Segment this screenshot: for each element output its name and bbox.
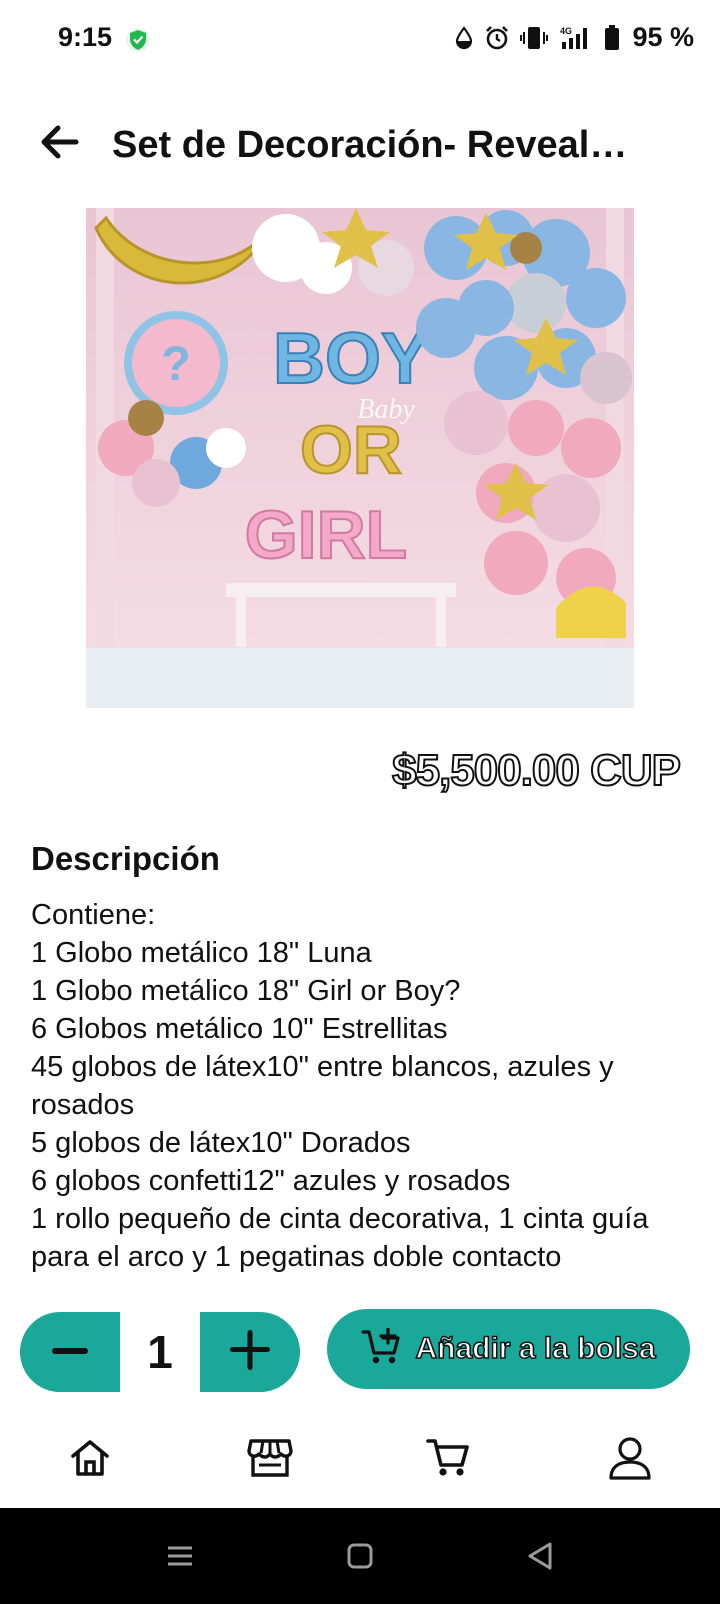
add-to-bag-label: Añadir a la bolsa	[415, 1331, 657, 1366]
decrease-quantity-button[interactable]	[20, 1312, 120, 1392]
description-line: 6 globos confetti12" azules y rosados	[31, 1165, 511, 1197]
triangle-back-icon	[526, 1541, 554, 1576]
description-line: Contiene:	[31, 899, 156, 931]
nav-home[interactable]	[60, 1430, 120, 1490]
nav-profile[interactable]	[600, 1430, 660, 1490]
image-text-girl: GIRL	[245, 497, 407, 573]
nav-cart[interactable]	[418, 1430, 478, 1490]
status-bar: 9:15 4G 95 %	[0, 0, 720, 80]
svg-text:?: ?	[161, 338, 190, 391]
app-header: Set de Decoración- Reveal de Género	[0, 100, 720, 190]
back-button[interactable]	[36, 120, 84, 168]
battery-percent: 95 %	[632, 22, 694, 52]
nav-store[interactable]	[240, 1430, 300, 1490]
product-price: $5,500.00 CUP	[391, 745, 682, 796]
bottom-navigation	[0, 1418, 720, 1508]
image-text-boy: BOY	[273, 319, 429, 399]
status-time: 9:15	[58, 22, 113, 52]
cart-icon	[426, 1437, 470, 1484]
profile-icon	[608, 1436, 652, 1485]
arrow-left-icon	[40, 124, 80, 165]
status-icons: 4G 95 %	[454, 22, 694, 53]
system-navigation-bar	[0, 1508, 720, 1604]
menu-icon	[166, 1544, 194, 1573]
product-image[interactable]: ? BOY Baby OR GIRL	[86, 208, 634, 708]
recent-apps-button[interactable]	[160, 1538, 200, 1578]
data-saver-icon	[454, 25, 474, 50]
description-line: 6 Globos metálico 10" Estrellitas	[31, 1013, 448, 1045]
cart-add-icon	[361, 1326, 401, 1371]
description-line: 5 globos de látex10" Dorados	[31, 1127, 411, 1159]
description-line: 1 rollo pequeño de cinta decorativa, 1 c…	[31, 1203, 649, 1273]
square-icon	[347, 1543, 373, 1574]
increase-quantity-button[interactable]	[200, 1312, 300, 1392]
quantity-value: 1	[147, 1326, 173, 1378]
description-body: Contiene: 1 Globo metálico 18" Luna 1 Gl…	[31, 896, 701, 1276]
minus-icon	[52, 1343, 88, 1361]
store-icon	[247, 1437, 293, 1484]
vibrate-icon	[520, 25, 549, 51]
description-line: 1 Globo metálico 18" Girl or Boy?	[31, 975, 461, 1007]
alarm-icon	[484, 25, 510, 51]
home-system-button[interactable]	[340, 1538, 380, 1578]
plus-icon	[230, 1329, 270, 1375]
image-text-or: OR	[300, 412, 402, 488]
shield-icon	[126, 27, 150, 53]
home-icon	[69, 1438, 111, 1483]
svg-text:4G: 4G	[560, 26, 572, 36]
add-to-bag-button[interactable]: Añadir a la bolsa	[327, 1309, 690, 1389]
battery-icon	[604, 24, 620, 51]
signal-icon: 4G	[558, 25, 594, 51]
description-title: Descripción	[31, 840, 220, 877]
description-line: 1 Globo metálico 18" Luna	[31, 937, 372, 969]
description-line: 45 globos de látex10" entre blancos, azu…	[31, 1051, 614, 1121]
page-title: Set de Decoración- Reveal de Género	[112, 124, 632, 166]
back-system-button[interactable]	[520, 1538, 560, 1578]
